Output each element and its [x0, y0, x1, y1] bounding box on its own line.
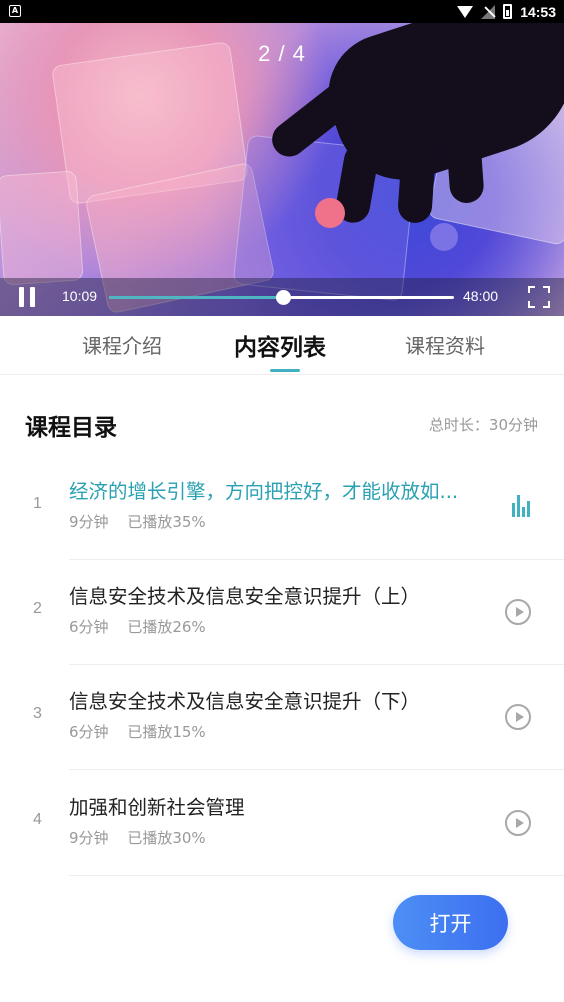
decor-dot: [315, 198, 345, 228]
tab-content-list[interactable]: 内容列表: [234, 328, 326, 362]
catalog-title: 课程目录: [25, 415, 117, 441]
slide-page-indicator: 2 / 4: [258, 41, 306, 66]
item-meta: 9分钟 已播放35%: [69, 511, 220, 532]
hand-finger: [396, 131, 438, 225]
hand-finger: [445, 121, 485, 205]
item-played: 已播放26%: [127, 618, 206, 636]
item-duration: 9分钟: [69, 829, 109, 847]
item-title: 经济的增长引擎，方向把控好，才能收放如...: [69, 480, 459, 503]
list-item[interactable]: 1 经济的增长引擎，方向把控好，才能收放如... 9分钟 已播放35%: [0, 455, 564, 560]
notification-icon: A: [9, 5, 21, 17]
status-bar: A 14:53: [0, 0, 564, 23]
play-icon[interactable]: [505, 704, 531, 730]
current-time: 10:09: [62, 288, 98, 304]
tab-course-materials[interactable]: 课程资料: [405, 330, 485, 359]
now-playing-icon: [512, 493, 532, 517]
battery-icon: [503, 4, 513, 19]
item-index: 3: [33, 705, 42, 722]
item-meta: 6分钟 已播放26%: [69, 616, 220, 637]
progress-slider[interactable]: [109, 290, 454, 305]
progress-knob[interactable]: [276, 290, 292, 305]
play-icon[interactable]: [505, 810, 531, 836]
item-index: 1: [33, 495, 42, 512]
item-played: 已播放30%: [127, 829, 206, 847]
item-duration: 6分钟: [69, 618, 109, 636]
total-duration: 总时长：30分钟: [428, 416, 538, 434]
item-played: 已播放15%: [127, 723, 206, 741]
item-meta: 6分钟 已播放15%: [69, 721, 220, 742]
item-title: 信息安全技术及信息安全意识提升（下）: [69, 690, 421, 713]
play-icon[interactable]: [505, 599, 531, 625]
item-meta: 9分钟 已播放30%: [69, 827, 220, 848]
item-title: 信息安全技术及信息安全意识提升（上）: [69, 585, 421, 608]
open-button[interactable]: 打开: [393, 895, 508, 950]
tab-bar: 课程介绍 内容列表 课程资料: [0, 316, 564, 375]
background-card: [0, 170, 84, 286]
pause-icon[interactable]: [16, 285, 38, 307]
clock: 14:53: [520, 3, 556, 20]
item-played: 已播放35%: [127, 513, 206, 531]
divider: [69, 875, 564, 876]
signal-icon: [481, 4, 496, 19]
decor-dot: [430, 223, 458, 251]
list-item[interactable]: 3 信息安全技术及信息安全意识提升（下） 6分钟 已播放15%: [0, 665, 564, 770]
total-time: 48:00: [463, 288, 499, 304]
list-item[interactable]: 4 加强和创新社会管理 9分钟 已播放30%: [0, 771, 564, 876]
wifi-icon: [457, 5, 474, 18]
progress-fill: [109, 296, 284, 299]
divider: [69, 769, 564, 770]
tab-indicator: [270, 369, 300, 372]
fullscreen-icon[interactable]: [528, 286, 550, 308]
tab-course-intro[interactable]: 课程介绍: [82, 330, 162, 359]
item-duration: 9分钟: [69, 513, 109, 531]
video-controls: 10:09 48:00: [0, 278, 564, 316]
list-item[interactable]: 2 信息安全技术及信息安全意识提升（上） 6分钟 已播放26%: [0, 560, 564, 665]
item-duration: 6分钟: [69, 723, 109, 741]
video-player[interactable]: 2 / 4 10:09 48:00: [0, 23, 564, 316]
item-index: 2: [33, 600, 42, 617]
item-index: 4: [33, 811, 42, 828]
item-title: 加强和创新社会管理: [69, 796, 245, 819]
